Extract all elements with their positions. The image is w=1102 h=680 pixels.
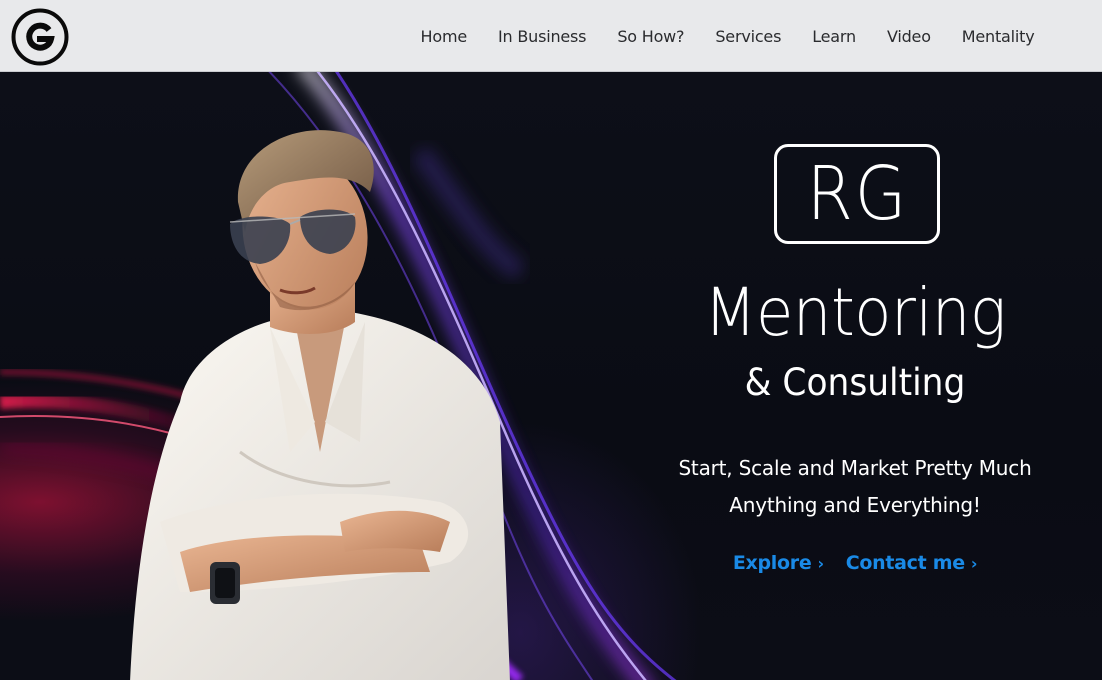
explore-label: Explore <box>732 552 812 574</box>
contact-me-label: Contact me <box>845 552 965 574</box>
nav-services[interactable]: Services <box>700 27 797 46</box>
explore-link[interactable]: Explore › <box>733 552 824 574</box>
tagline-line-2: Anything and Everything! <box>729 493 981 517</box>
top-navbar: Home In Business So How? Services Learn … <box>0 0 1102 72</box>
contact-me-link[interactable]: Contact me › <box>845 552 978 574</box>
tagline-line-1: Start, Scale and Market Pretty Much <box>678 456 1032 480</box>
nav-video[interactable]: Video <box>871 27 946 46</box>
man-in-white-shirt-image <box>130 130 510 680</box>
rg-monogram-badge: RG <box>774 144 940 244</box>
nav-home[interactable]: Home <box>405 27 482 46</box>
hero-subheadline: & Consulting <box>744 361 966 404</box>
nav-mentality[interactable]: Mentality <box>946 27 1050 46</box>
nav-so-how[interactable]: So How? <box>602 27 700 46</box>
cta-row: Explore › Contact me › <box>630 552 1080 574</box>
main-nav: Home In Business So How? Services Learn … <box>405 0 1050 72</box>
monogram-text: RG <box>806 151 908 237</box>
hero-section: RG Mentoring & Consulting Start, Scale a… <box>0 72 1102 680</box>
hero-tagline: Start, Scale and Market Pretty Much Anyt… <box>630 450 1080 524</box>
hero-text-block: RG Mentoring & Consulting Start, Scale a… <box>630 144 1080 664</box>
g-circle-logo-icon[interactable] <box>11 8 69 66</box>
chevron-right-icon: › <box>970 553 978 573</box>
chevron-right-icon: › <box>817 553 824 573</box>
nav-in-business[interactable]: In Business <box>483 27 602 46</box>
hero-headline: Mentoring <box>704 274 1006 351</box>
nav-learn[interactable]: Learn <box>797 27 872 46</box>
